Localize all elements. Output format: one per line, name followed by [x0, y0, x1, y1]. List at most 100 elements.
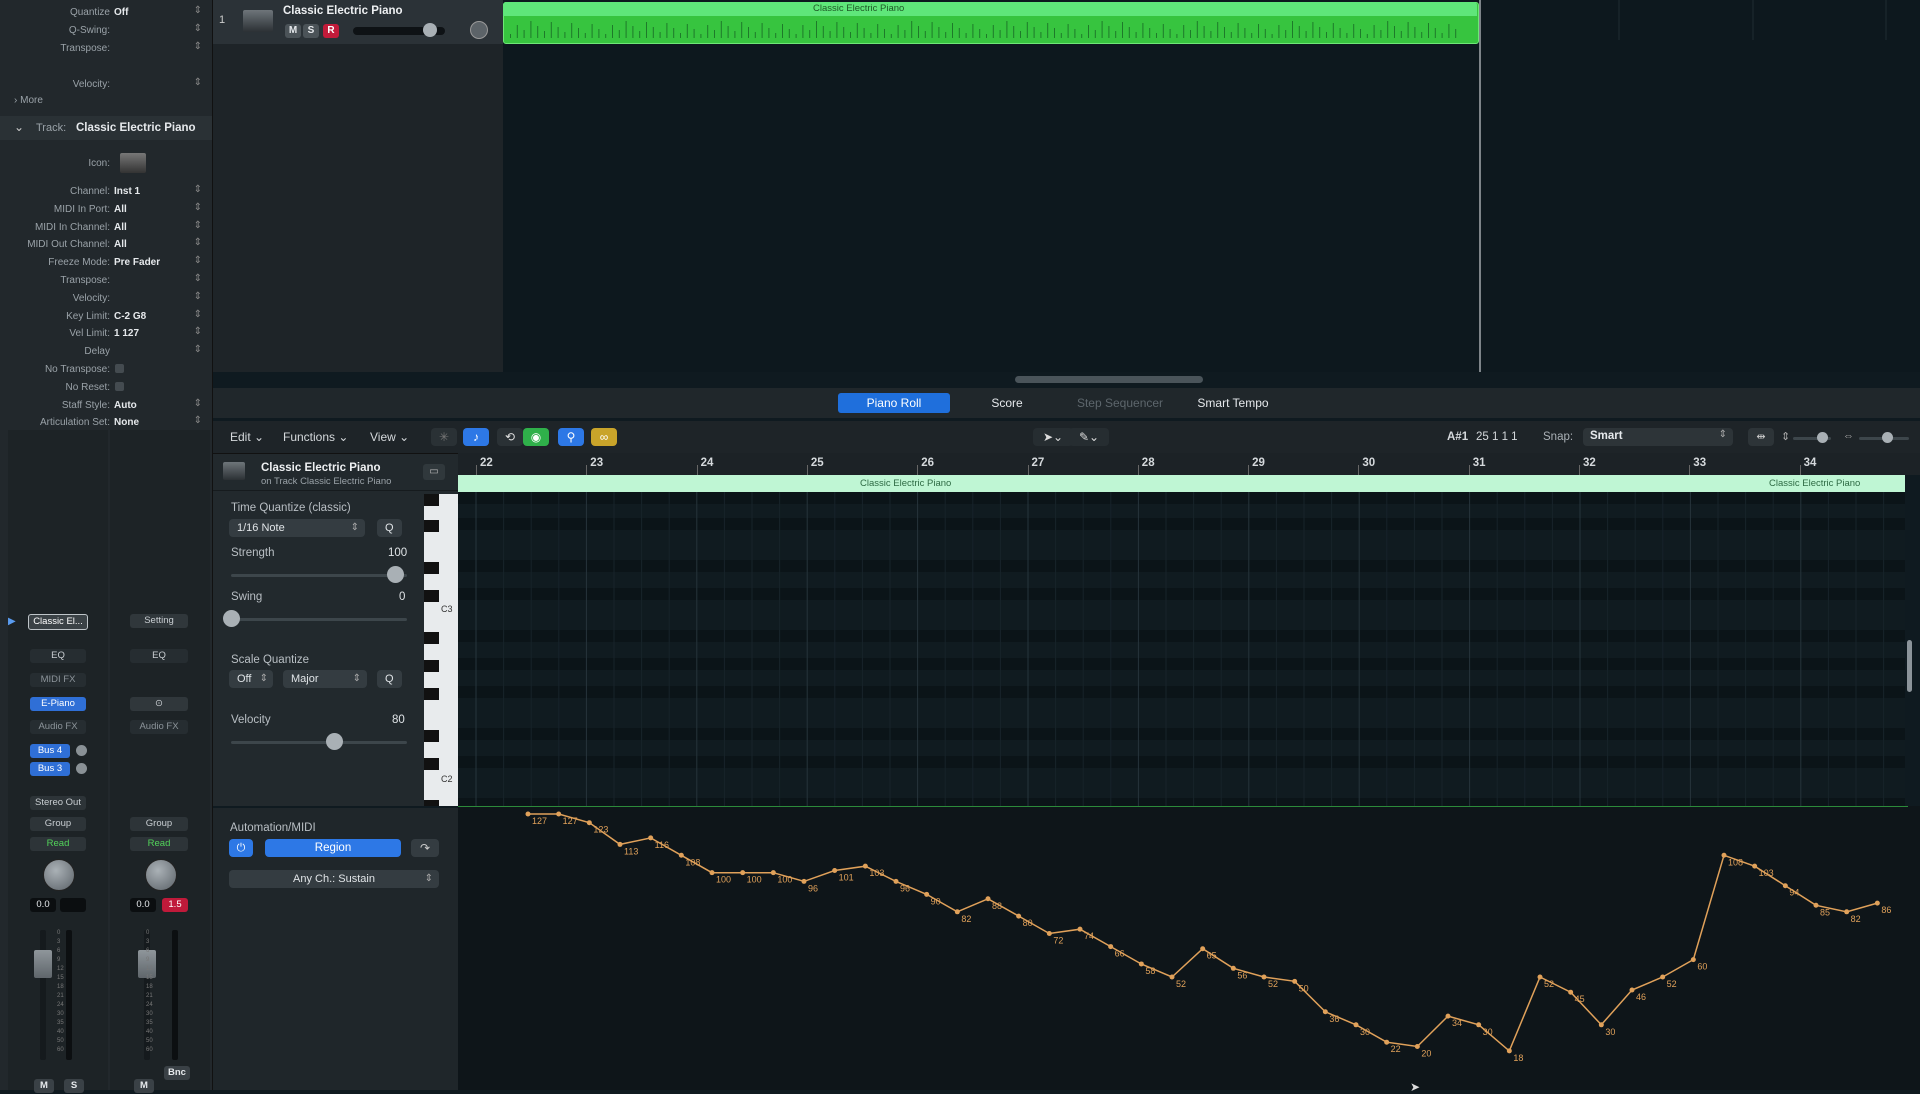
automation-point[interactable]: [556, 811, 562, 817]
automation-point[interactable]: [525, 811, 531, 817]
send-slot-1[interactable]: Bus 4: [30, 744, 70, 758]
track-param-row[interactable]: Freeze Mode: Pre Fader ⇕: [0, 254, 212, 272]
vertical-zoom-thumb[interactable]: [1817, 432, 1828, 443]
automation-point[interactable]: [617, 841, 623, 847]
automation-point[interactable]: [954, 909, 960, 915]
automation-point[interactable]: [1874, 900, 1880, 906]
eq-button[interactable]: EQ: [30, 649, 86, 663]
piano-icon[interactable]: [120, 153, 146, 173]
solo-button[interactable]: S: [303, 24, 319, 38]
track-param-row[interactable]: Delay ⇕: [0, 343, 212, 361]
track-param-row[interactable]: MIDI In Channel: All ⇕: [0, 219, 212, 237]
black-key[interactable]: [424, 800, 439, 806]
region-param-row[interactable]: Velocity: ⇕: [0, 76, 212, 94]
black-key[interactable]: [424, 632, 439, 644]
automation-point[interactable]: [1782, 883, 1788, 889]
record-button[interactable]: R: [323, 24, 339, 38]
midi-region-header[interactable]: Classic Electric Piano: [503, 2, 1477, 16]
tab-score[interactable]: Score: [951, 393, 1063, 413]
track-param-row[interactable]: No Reset:: [0, 379, 212, 397]
black-key[interactable]: [424, 590, 439, 602]
track-header-row[interactable]: 1 Classic Electric Piano M S R: [213, 0, 503, 44]
black-key[interactable]: [424, 494, 439, 506]
pointer-tool-icon[interactable]: ➤⌄: [1033, 428, 1073, 446]
automation-point[interactable]: [1629, 987, 1635, 993]
vertical-scrollbar[interactable]: [1907, 640, 1912, 692]
pan-knob[interactable]: [145, 859, 177, 891]
group-slot[interactable]: Group: [130, 817, 188, 831]
black-key[interactable]: [424, 520, 439, 532]
black-key[interactable]: [424, 758, 439, 770]
automation-point[interactable]: [985, 896, 991, 902]
midi-in-icon[interactable]: ✳: [431, 428, 457, 446]
automation-icon[interactable]: ◉: [523, 428, 549, 446]
automation-point[interactable]: [1414, 1044, 1420, 1050]
track-param-row[interactable]: Staff Style: Auto ⇕: [0, 397, 212, 415]
automation-point[interactable]: [862, 863, 868, 869]
horizontal-zoom-thumb[interactable]: [1882, 432, 1893, 443]
track-volume-thumb[interactable]: [423, 23, 437, 37]
automation-point[interactable]: [1230, 965, 1236, 971]
edit-menu[interactable]: Edit ⌄: [230, 428, 264, 447]
instrument-slot[interactable]: E-Piano: [30, 697, 86, 711]
automation-point[interactable]: [1353, 1022, 1359, 1028]
snap-select[interactable]: Smart ⇕: [1583, 428, 1733, 446]
automation-point[interactable]: [1261, 974, 1267, 980]
automation-point[interactable]: [1445, 1013, 1451, 1019]
midi-draw-icon[interactable]: ♪: [463, 428, 489, 446]
strength-slider[interactable]: [231, 574, 407, 577]
pencil-tool-icon[interactable]: ✎⌄: [1069, 428, 1109, 446]
track-pan-knob[interactable]: [470, 21, 488, 39]
automation-point[interactable]: [1169, 974, 1175, 980]
region-param-row[interactable]: Q-Swing: ⇕: [0, 22, 212, 40]
automation-point[interactable]: [1568, 989, 1574, 995]
automation-point[interactable]: [770, 870, 776, 876]
functions-menu[interactable]: Functions ⌄: [283, 428, 348, 447]
track-param-row[interactable]: Key Limit: C-2 G8 ⇕: [0, 308, 212, 326]
black-key[interactable]: [424, 688, 439, 700]
piano-roll-region-bar[interactable]: Classic Electric Piano Classic Electric …: [458, 475, 1905, 492]
automation-point[interactable]: [1690, 957, 1696, 963]
track-param-row[interactable]: MIDI In Port: All ⇕: [0, 201, 212, 219]
more-disclosure[interactable]: › More: [14, 95, 43, 106]
automation-point[interactable]: [709, 870, 715, 876]
track-param-row[interactable]: Vel Limit: 1 127 ⇕: [0, 325, 212, 343]
strength-thumb[interactable]: [387, 566, 404, 583]
automation-mode[interactable]: Read: [30, 837, 86, 851]
channel-name-button[interactable]: Classic El...: [28, 614, 88, 630]
automation-point[interactable]: [1108, 944, 1114, 950]
automation-point[interactable]: [1752, 863, 1758, 869]
piano-keyboard[interactable]: C3 C2: [424, 494, 458, 806]
setting-button[interactable]: Setting: [130, 614, 188, 628]
automation-mode[interactable]: Read: [130, 837, 188, 851]
mute-button[interactable]: M: [34, 1079, 54, 1093]
mute-button[interactable]: M: [134, 1079, 154, 1093]
bar-ruler[interactable]: 22 23 24 25 26 27 28 29 30 31 32 33 34: [458, 453, 1920, 475]
automation-point[interactable]: [1537, 974, 1543, 980]
bounce-button[interactable]: Bnc: [164, 1066, 190, 1080]
track-param-row[interactable]: Transpose: ⇕: [0, 272, 212, 290]
automation-point[interactable]: [648, 835, 654, 841]
automation-point[interactable]: [1016, 913, 1022, 919]
send-knob-1[interactable]: [76, 745, 87, 756]
automation-point[interactable]: [1322, 1009, 1328, 1015]
time-quantize-q-button[interactable]: Q: [377, 519, 402, 537]
black-key[interactable]: [424, 562, 439, 574]
send-knob-2[interactable]: [76, 763, 87, 774]
tab-smart-tempo[interactable]: Smart Tempo: [1177, 393, 1289, 413]
automation-parameter-select[interactable]: Any Ch.: Sustain ⇕: [229, 870, 439, 888]
automation-point[interactable]: [1476, 1022, 1482, 1028]
checkbox[interactable]: [115, 364, 124, 376]
send-slot-2[interactable]: Bus 3: [30, 762, 70, 776]
redo-arrow-icon[interactable]: ↷: [411, 839, 439, 857]
track-param-row[interactable]: No Transpose:: [0, 361, 212, 379]
link-icon[interactable]: ⊙: [130, 697, 188, 711]
pan-knob[interactable]: [43, 859, 75, 891]
swing-thumb[interactable]: [223, 610, 240, 627]
group-slot[interactable]: Group: [30, 817, 86, 831]
automation-mode-button[interactable]: Region: [265, 839, 401, 857]
track-param-row[interactable]: Velocity: ⇕: [0, 290, 212, 308]
black-key[interactable]: [424, 730, 439, 742]
automation-point[interactable]: [1384, 1039, 1390, 1045]
catch-icon[interactable]: ⚲: [558, 428, 584, 446]
